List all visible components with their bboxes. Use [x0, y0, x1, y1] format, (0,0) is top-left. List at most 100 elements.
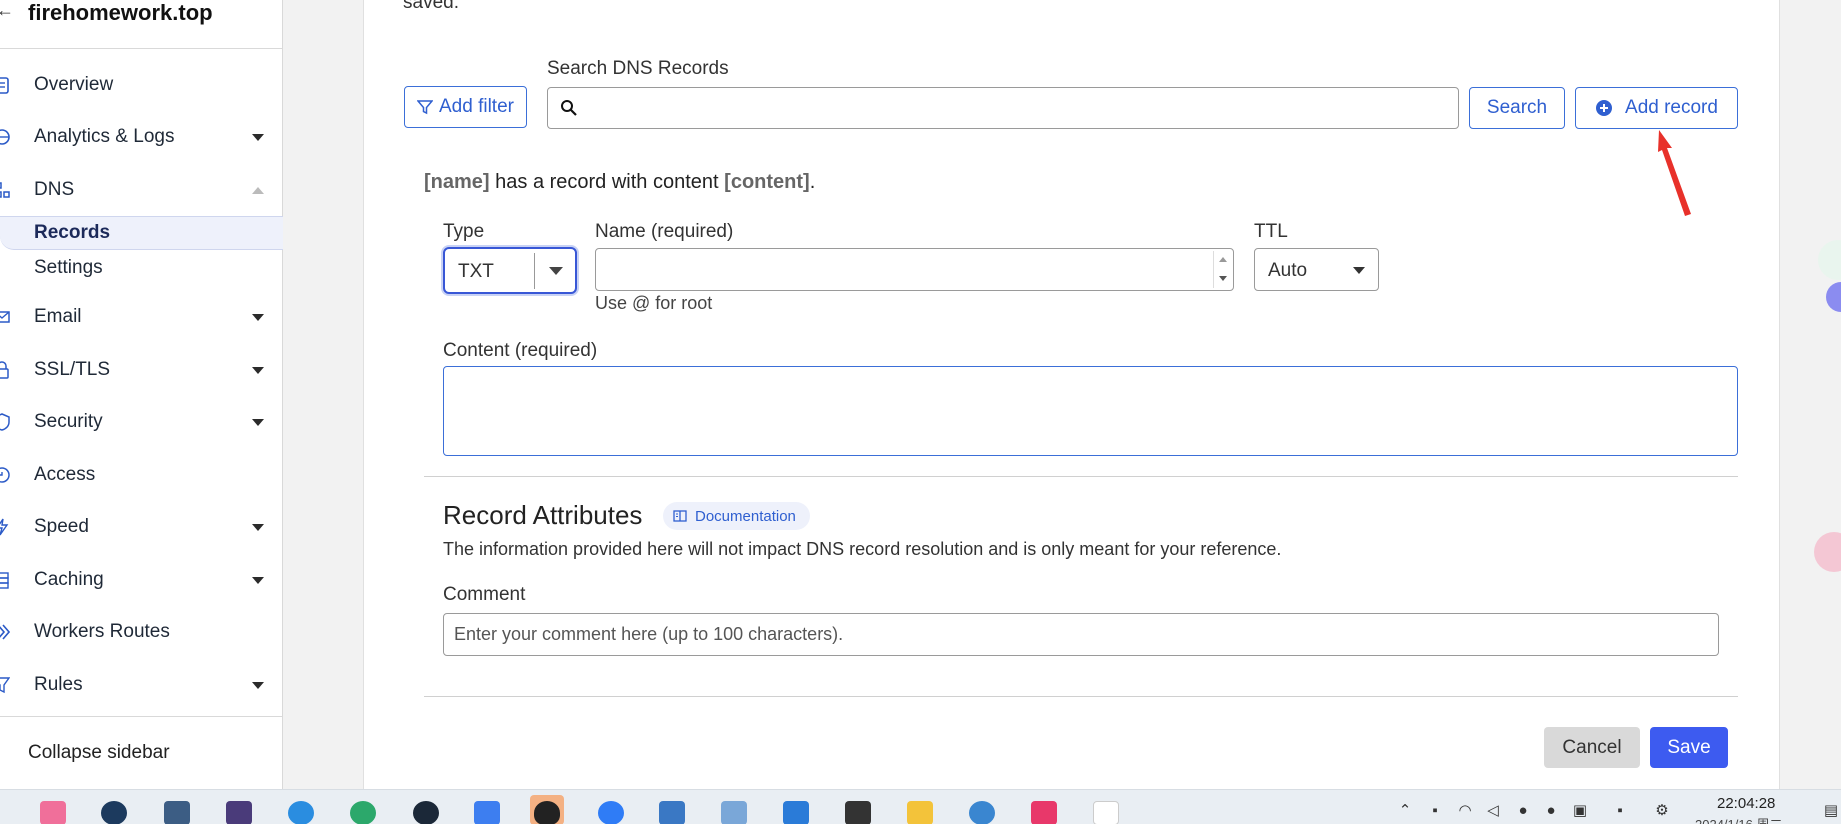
spinner-down-icon[interactable] [1219, 276, 1227, 281]
sidebar-item-ssl-tls[interactable]: SSL/TLS [0, 350, 282, 390]
floating-widget-icon[interactable] [1818, 240, 1841, 280]
search-field[interactable] [547, 87, 1459, 129]
sidebar-item-label: Settings [34, 257, 103, 278]
name-spinner[interactable] [1213, 251, 1231, 288]
taskbar-app-vscode-icon[interactable] [779, 795, 813, 824]
documentation-link[interactable]: Documentation [663, 502, 810, 530]
sidebar-item-dns[interactable]: DNS [0, 170, 282, 210]
sidebar-item-email[interactable]: Email [0, 297, 282, 337]
tray-du-icon[interactable]: ▪ [1610, 799, 1630, 821]
summary-content-token: [content] [724, 171, 810, 193]
content-textarea[interactable] [443, 366, 1738, 456]
collapse-sidebar-button[interactable]: Collapse sidebar [28, 742, 170, 764]
taskbar-app-terminal-icon[interactable] [841, 795, 875, 824]
taskbar-app-bilibili-icon[interactable] [36, 795, 70, 824]
network-icon [0, 182, 10, 198]
add-record-button[interactable]: Add record [1575, 87, 1738, 129]
taskbar-app-qq-icon[interactable] [530, 795, 564, 824]
funnel-icon [0, 677, 10, 694]
sidebar: ← firehomework.top Overview Analytics & … [0, 0, 283, 789]
clipboard-icon [0, 77, 9, 94]
taskbar-app-k-icon[interactable] [97, 795, 131, 824]
sidebar-subitem-settings[interactable]: Settings [0, 251, 283, 285]
sidebar-item-label: DNS [34, 179, 75, 200]
sidebar-item-rules[interactable]: Rules [0, 665, 282, 705]
sidebar-item-label: Speed [34, 516, 89, 537]
spinner-up-icon[interactable] [1219, 257, 1227, 262]
section-divider [424, 476, 1738, 477]
taskbar-app-computer-icon[interactable] [160, 795, 194, 824]
tray-gear-icon[interactable]: ⚙ [1652, 799, 1672, 821]
sidebar-item-security[interactable]: Security [0, 402, 282, 442]
chevron-down-icon [252, 133, 264, 141]
cancel-button[interactable]: Cancel [1544, 727, 1640, 768]
chevron-down-icon [252, 681, 264, 689]
tray-volume-icon[interactable]: ◁ [1483, 799, 1503, 821]
taskbar-clock[interactable]: 22:04:28 [1717, 795, 1775, 812]
content-label: Content (required) [443, 340, 598, 361]
sidebar-item-overview[interactable]: Overview [0, 65, 282, 105]
chevron-down-icon [1353, 267, 1365, 274]
search-input[interactable] [588, 88, 1448, 128]
taskbar-app-folder-icon[interactable] [903, 795, 937, 824]
sidebar-item-analytics[interactable]: Analytics & Logs [0, 117, 282, 157]
tray-qq-icon[interactable]: ● [1513, 799, 1533, 821]
name-input[interactable] [604, 249, 1204, 290]
tray-notification-icon[interactable]: ▤ [1821, 799, 1841, 821]
taskbar-app-m-icon[interactable] [594, 795, 628, 824]
taskbar-app-cat-icon[interactable] [222, 795, 256, 824]
add-filter-label: Add filter [439, 96, 514, 117]
taskbar-app-player-icon[interactable] [284, 795, 318, 824]
taskbar: ⌃ ▪ ◠ ◁ ● ● ▣ ▪ ⚙ 22:04:28 2024/1/16 周二 … [0, 789, 1841, 824]
taskbar-app-edge-icon[interactable] [346, 795, 380, 824]
save-button[interactable]: Save [1650, 727, 1728, 768]
name-field[interactable] [595, 248, 1234, 291]
comment-input[interactable] [443, 613, 1719, 656]
tray-chevron-up-icon[interactable]: ⌃ [1395, 799, 1415, 821]
ttl-select[interactable]: Auto [1254, 248, 1379, 291]
taskbar-app-network-icon[interactable] [655, 795, 689, 824]
sidebar-divider [0, 716, 283, 717]
sidebar-item-label: SSL/TLS [34, 359, 111, 380]
chevron-down-icon [252, 313, 264, 321]
chevron-down-icon [252, 576, 264, 584]
taskbar-app-monitor-icon[interactable] [717, 795, 751, 824]
tray-wifi-icon[interactable]: ◠ [1455, 799, 1475, 821]
taskbar-app-steam-icon[interactable] [409, 795, 443, 824]
taskbar-app-bird-icon[interactable] [470, 795, 504, 824]
ttl-value: Auto [1268, 260, 1308, 281]
taskbar-app-typora-icon[interactable] [1089, 795, 1123, 824]
add-filter-button[interactable]: Add filter [404, 86, 527, 128]
tray-app-icon[interactable]: ▪ [1425, 799, 1445, 821]
search-button[interactable]: Search [1469, 87, 1565, 129]
back-arrow-icon[interactable]: ← [0, 0, 14, 21]
sidebar-item-speed[interactable]: Speed [0, 507, 282, 547]
workers-icon [0, 624, 10, 640]
search-label: Search DNS Records [547, 58, 729, 79]
taskbar-date[interactable]: 2024/1/16 周二 [1695, 814, 1782, 824]
comment-label: Comment [443, 584, 526, 605]
type-select[interactable]: TXT [443, 247, 577, 294]
chart-pie-icon [0, 129, 10, 145]
sidebar-item-label: Email [34, 306, 82, 327]
shield-icon [0, 413, 10, 431]
sidebar-item-workers-routes[interactable]: Workers Routes [0, 612, 282, 652]
storage-icon [0, 572, 9, 589]
tray-qq2-icon[interactable]: ● [1541, 799, 1561, 821]
chevron-up-icon [252, 186, 264, 194]
floating-assistant-icon[interactable] [1826, 282, 1841, 312]
taskbar-app-tool-icon[interactable] [965, 795, 999, 824]
sidebar-item-label: Rules [34, 674, 83, 695]
sidebar-item-label: Workers Routes [34, 621, 170, 642]
type-label: Type [443, 221, 485, 242]
summary-middle: has a record with content [489, 171, 725, 193]
sidebar-item-access[interactable]: Access [0, 455, 282, 495]
floating-ime-icon[interactable] [1814, 532, 1841, 572]
sidebar-subitem-records[interactable]: Records [0, 216, 283, 250]
chevron-down-icon [252, 418, 264, 426]
taskbar-app-pink-icon[interactable] [1027, 795, 1061, 824]
chevron-down-icon [252, 366, 264, 374]
plus-circle-icon [1596, 100, 1613, 116]
tray-input-method-icon[interactable]: ▣ [1570, 799, 1590, 821]
sidebar-item-caching[interactable]: Caching [0, 560, 282, 600]
